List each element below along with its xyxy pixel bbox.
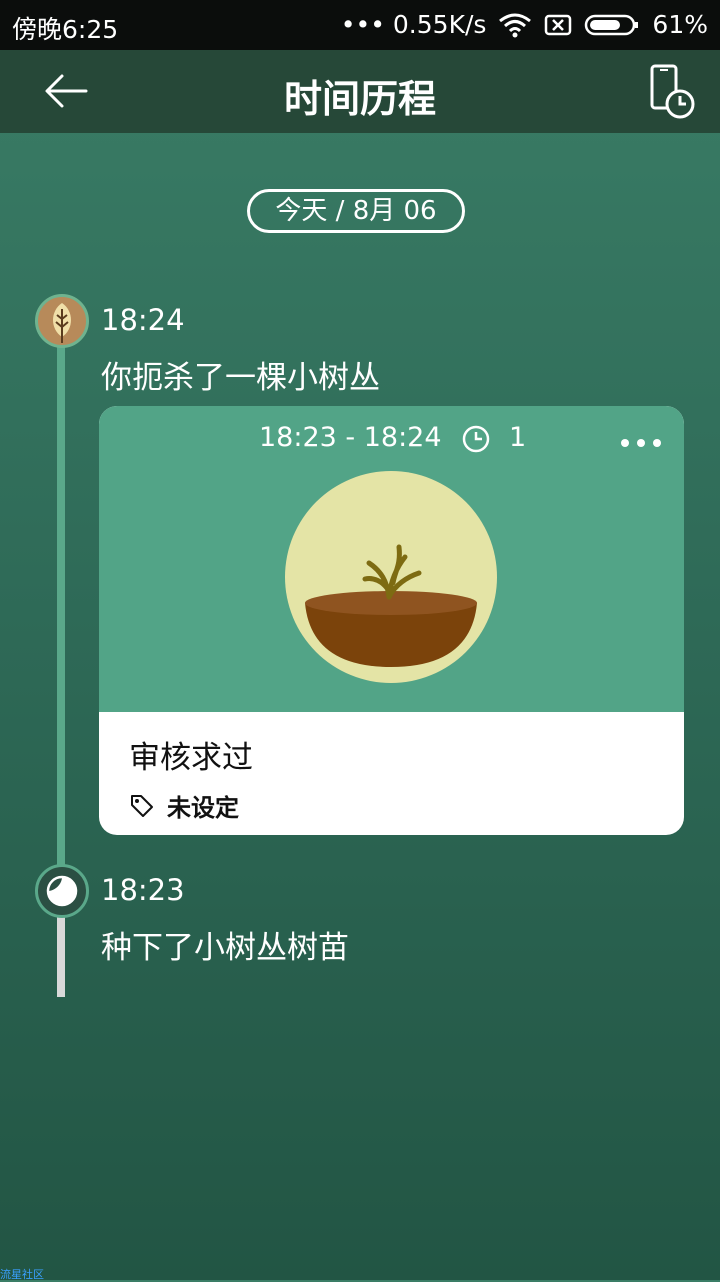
phone-clock-icon[interactable] xyxy=(648,64,696,120)
battery-percent: 61% xyxy=(652,10,708,39)
event-time: 18:23 xyxy=(101,873,185,907)
session-range: 18:23 - 18:24 xyxy=(259,422,442,453)
tag-row[interactable]: 未设定 xyxy=(129,788,239,823)
session-card[interactable]: 18:23 - 18:24 1 审核求过 未设定 xyxy=(99,406,684,835)
session-count: 1 xyxy=(509,422,527,453)
event-time: 18:24 xyxy=(101,303,185,337)
tag-icon xyxy=(131,794,153,817)
page-title: 时间历程 xyxy=(283,77,436,121)
app-bar: 时间历程 xyxy=(0,50,720,133)
status-bar: 傍晚6:25 ••• 0.55K/s 61% xyxy=(0,0,720,50)
card-header: 18:23 - 18:24 1 xyxy=(99,406,684,712)
timeline-line xyxy=(57,340,65,870)
timer-icon xyxy=(35,864,89,918)
withered-bush-image xyxy=(285,471,497,683)
sim-blocked-icon xyxy=(545,14,572,35)
more-dots-icon[interactable] xyxy=(619,426,663,456)
event-text: 种下了小树丛树苗 xyxy=(101,930,349,966)
session-name: 审核求过 xyxy=(129,740,253,776)
event-text: 你扼杀了一棵小树丛 xyxy=(101,360,380,396)
tag-label: 未设定 xyxy=(167,794,239,822)
network-speed: ••• 0.55K/s xyxy=(340,10,487,39)
timeline-line-tail xyxy=(57,915,65,997)
status-right: ••• 0.55K/s 61% xyxy=(341,10,708,39)
battery-icon xyxy=(585,14,639,35)
status-time: 傍晚6:25 xyxy=(12,15,119,44)
clock-icon xyxy=(462,425,490,453)
date-pill: 今天 / 8月 06 xyxy=(247,189,465,233)
wifi-icon xyxy=(499,13,532,37)
leaf-icon xyxy=(35,294,89,348)
